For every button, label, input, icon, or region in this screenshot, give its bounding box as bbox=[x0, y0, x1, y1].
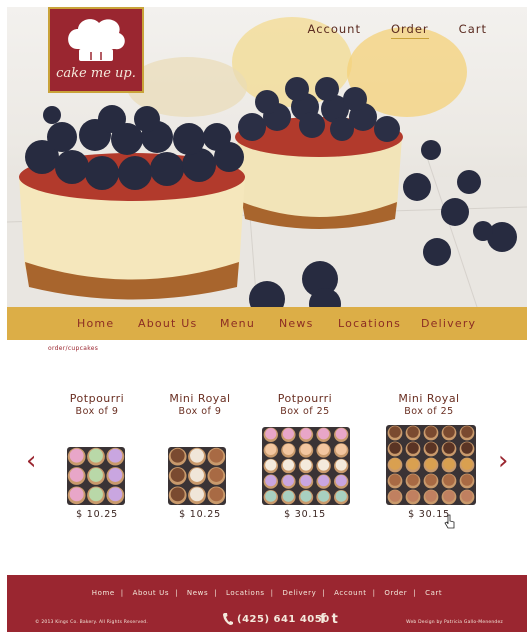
main-nav-about-us[interactable]: About Us bbox=[138, 317, 197, 330]
product-name: Potpourri bbox=[277, 392, 333, 405]
footer-link-news[interactable]: News bbox=[187, 589, 208, 597]
social-links: f t bbox=[320, 612, 338, 627]
hand-cursor-icon bbox=[444, 514, 455, 529]
main-nav: Home About Us Menu News Locations Delive… bbox=[7, 307, 527, 340]
phone-contact[interactable]: (425) 641 4050 bbox=[223, 613, 330, 625]
footer-link-locations[interactable]: Locations bbox=[226, 589, 265, 597]
product-size: Box of 25 bbox=[280, 406, 330, 417]
footer-link-order[interactable]: Order bbox=[384, 589, 407, 597]
top-nav-cart[interactable]: Cart bbox=[459, 22, 487, 39]
main-nav-locations[interactable]: Locations bbox=[338, 317, 401, 330]
copyright-text: © 2013 Kings Co. Bakery. All Rights Rese… bbox=[35, 620, 148, 625]
footer-link-home[interactable]: Home bbox=[92, 589, 115, 597]
twitter-icon[interactable]: t bbox=[332, 612, 338, 627]
phone-number: (425) 641 4050 bbox=[237, 613, 330, 625]
cupcake-box-image bbox=[168, 447, 226, 505]
product-size: Box of 9 bbox=[75, 406, 119, 417]
main-nav-home[interactable]: Home bbox=[77, 317, 114, 330]
top-nav-account[interactable]: Account bbox=[308, 22, 361, 39]
footer-link-cart[interactable]: Cart bbox=[425, 589, 442, 597]
carousel-prev-arrow[interactable]: ‹ bbox=[26, 448, 36, 474]
footer: Home | About Us | News | Locations | Deliver… bbox=[7, 575, 527, 632]
top-nav: Account Order Cart bbox=[308, 22, 487, 39]
footer-links: Home | About Us | News | Locations | Deliver… bbox=[91, 589, 443, 597]
product-name: Mini Royal bbox=[398, 392, 460, 405]
footer-link-account[interactable]: Account bbox=[334, 589, 366, 597]
breadcrumb[interactable]: order/cupcakes bbox=[48, 345, 98, 352]
product-price: $ 10.25 bbox=[76, 509, 118, 520]
carousel-next-arrow[interactable]: › bbox=[498, 448, 508, 474]
product-price: $ 30.15 bbox=[408, 509, 450, 520]
product-card-potpourri-25[interactable]: Potpourri Box of 25 $ 30.15 bbox=[250, 392, 360, 520]
product-card-potpourri-9[interactable]: Potpourri Box of 9 $ 10.25 bbox=[42, 392, 152, 520]
product-card-mini-royal-9[interactable]: Mini Royal Box of 9 $ 10.25 bbox=[145, 392, 255, 520]
product-price: $ 30.15 bbox=[284, 509, 326, 520]
design-credit: Web Design by Patricia Gallo-Menendez bbox=[406, 620, 503, 625]
main-nav-menu[interactable]: Menu bbox=[220, 317, 255, 330]
cupcake-box-image bbox=[262, 427, 350, 505]
phone-icon bbox=[223, 613, 233, 625]
logo[interactable]: cake me up. bbox=[48, 7, 144, 93]
product-size: Box of 25 bbox=[404, 406, 454, 417]
product-size: Box of 9 bbox=[178, 406, 222, 417]
product-price: $ 10.25 bbox=[179, 509, 221, 520]
product-name: Mini Royal bbox=[169, 392, 231, 405]
top-nav-order[interactable]: Order bbox=[390, 22, 429, 39]
facebook-icon[interactable]: f bbox=[320, 612, 326, 627]
footer-link-delivery[interactable]: Delivery bbox=[282, 589, 316, 597]
cupcake-box-image bbox=[67, 447, 125, 505]
main-nav-news[interactable]: News bbox=[279, 317, 314, 330]
product-card-mini-royal-25[interactable]: Mini Royal Box of 25 $ 30.15 bbox=[374, 392, 484, 520]
logo-text: cake me up. bbox=[56, 66, 136, 81]
cupcake-box-image bbox=[386, 425, 476, 505]
chef-hat-icon bbox=[68, 19, 125, 61]
product-name: Potpourri bbox=[69, 392, 125, 405]
main-nav-delivery[interactable]: Delivery bbox=[421, 317, 476, 330]
footer-link-about-us[interactable]: About Us bbox=[133, 589, 170, 597]
